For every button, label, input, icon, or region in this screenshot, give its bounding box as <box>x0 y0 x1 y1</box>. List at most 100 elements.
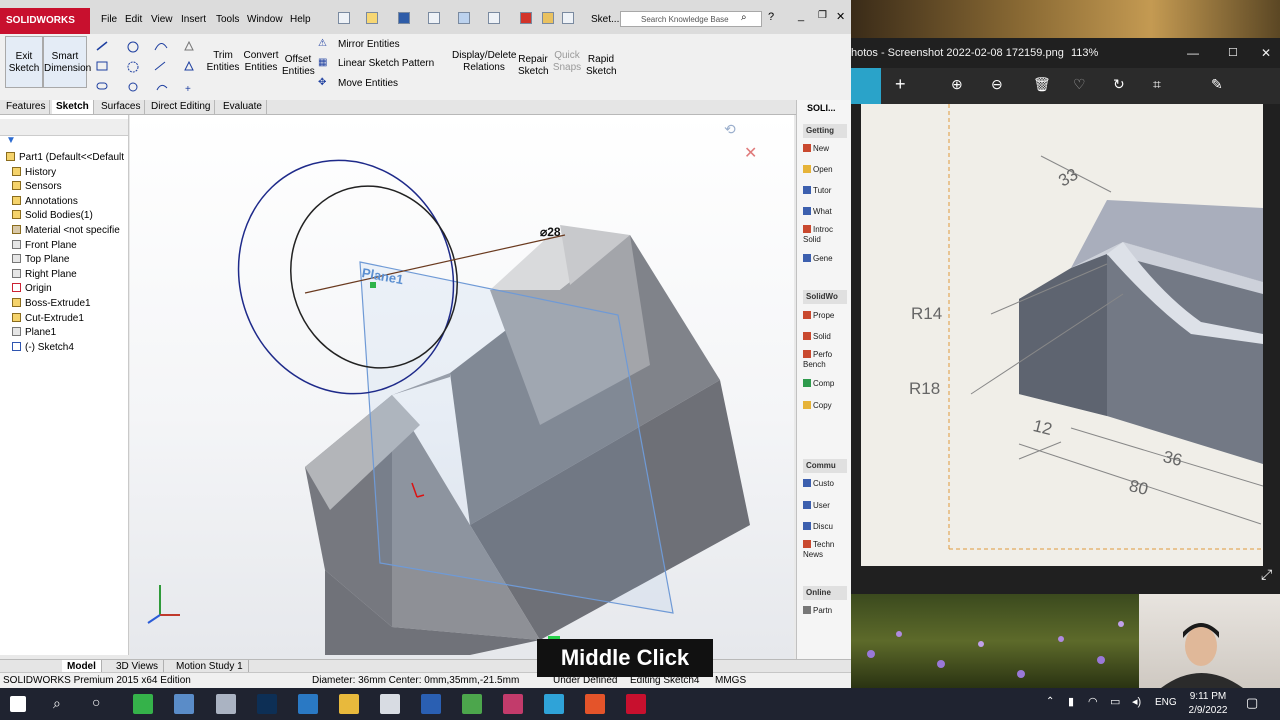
tp-item-copy[interactable]: Copy <box>803 401 849 411</box>
tree-item-sensors[interactable]: Sensors <box>6 180 134 194</box>
tp-item-properties[interactable]: Prope <box>803 311 849 321</box>
menu-insert[interactable]: Insert <box>181 14 206 25</box>
tp-item-performance[interactable]: Perfo Bench <box>803 350 849 370</box>
tp-item-whats-new[interactable]: What <box>803 207 849 217</box>
language-indicator[interactable]: ENG <box>1155 697 1177 708</box>
tp-item-user[interactable]: User <box>803 501 849 511</box>
new-document-icon[interactable] <box>338 12 350 24</box>
tp-item-new[interactable]: New <box>803 144 849 154</box>
convert-entities-button[interactable]: Convert Entities <box>242 50 280 74</box>
tp-item-discussion[interactable]: Discu <box>803 522 849 532</box>
rapid-sketch-button[interactable]: Rapid Sketch <box>586 54 617 78</box>
save-icon[interactable] <box>398 12 410 24</box>
solidworks-taskbar-icon[interactable] <box>626 694 646 714</box>
menu-tools[interactable]: Tools <box>216 14 239 25</box>
zoom-in-icon[interactable]: ⊕ <box>951 76 963 93</box>
display-delete-relations-button[interactable]: Display/Delete Relations <box>452 50 516 74</box>
tree-item-origin[interactable]: Origin <box>6 282 134 296</box>
tree-root-part1[interactable]: Part1 (Default<<Default <box>0 151 128 165</box>
tp-item-compare[interactable]: Comp <box>803 379 849 389</box>
tab-sketch[interactable]: Sketch <box>52 100 94 114</box>
tree-item-history[interactable]: History <box>6 166 134 180</box>
tree-item-solid-bodies[interactable]: Solid Bodies(1) <box>6 209 134 223</box>
minimize-icon[interactable]: — <box>1187 38 1199 68</box>
word-icon[interactable] <box>421 694 441 714</box>
menu-view[interactable]: View <box>151 14 173 25</box>
confirmation-corner-icon[interactable]: ⟲ <box>724 121 736 138</box>
offset-entities-button[interactable]: Offset Entities <box>282 54 315 78</box>
minimize-icon[interactable]: _ <box>798 10 804 22</box>
diameter-dimension-label[interactable]: ⌀28 <box>540 225 561 239</box>
rebuild-icon[interactable] <box>520 12 532 24</box>
favorite-icon[interactable]: ♡ <box>1073 76 1086 93</box>
recorder-icon[interactable] <box>585 694 605 714</box>
tp-item-tutorials[interactable]: Tutor <box>803 186 849 196</box>
3d-app-icon[interactable] <box>503 694 523 714</box>
file-explorer-icon[interactable] <box>339 694 359 714</box>
windows-start-icon[interactable] <box>10 696 26 712</box>
close-icon[interactable]: ✕ <box>836 10 845 23</box>
exit-sketch-button[interactable]: Exit Sketch <box>5 36 43 88</box>
tab-features[interactable]: Features <box>2 100 51 114</box>
smart-dimension-button[interactable]: Smart Dimension <box>43 36 91 88</box>
community-header[interactable]: Commu <box>803 459 847 473</box>
tree-item-top-plane[interactable]: Top Plane <box>6 253 134 267</box>
volume-icon[interactable]: ◂) <box>1132 695 1141 708</box>
tp-item-customer[interactable]: Custo <box>803 479 849 489</box>
add-icon[interactable]: + <box>895 74 906 95</box>
photoshop-icon[interactable] <box>257 694 277 714</box>
tree-item-material[interactable]: Material <not specifie <box>6 224 134 238</box>
cortana-icon[interactable]: ○ <box>92 694 100 710</box>
file-properties-icon[interactable] <box>542 12 554 24</box>
units-selector[interactable]: MMGS <box>715 673 746 688</box>
quick-snaps-button[interactable]: Quick Snaps <box>550 50 584 74</box>
keyboard-icon[interactable]: ▭ <box>1110 695 1120 708</box>
tree-item-boss-extrude1[interactable]: Boss-Extrude1 <box>6 297 134 311</box>
notifications-icon[interactable]: ▢ <box>1246 695 1258 711</box>
tree-item-annotations[interactable]: Annotations <box>6 195 134 209</box>
tab-direct-editing[interactable]: Direct Editing <box>147 100 216 114</box>
tree-item-right-plane[interactable]: Right Plane <box>6 268 134 282</box>
edit-icon[interactable]: ✎ <box>1211 76 1223 93</box>
tree-toolbar[interactable] <box>0 119 128 136</box>
tree-item-plane1[interactable]: Plane1 <box>6 326 134 340</box>
battery-icon[interactable]: ▮ <box>1068 695 1074 708</box>
cancel-sketch-icon[interactable]: ✕ <box>744 143 757 163</box>
menu-help[interactable]: Help <box>290 14 311 25</box>
tp-item-partner[interactable]: Partn <box>803 606 849 616</box>
open-folder-icon[interactable] <box>366 12 378 24</box>
tab-surfaces[interactable]: Surfaces <box>97 100 146 114</box>
app-window-icon[interactable] <box>174 694 194 714</box>
solidworks-resources-header[interactable]: SolidWo <box>803 290 847 304</box>
tp-item-tech-news[interactable]: Techn News <box>803 540 849 560</box>
tab-evaluate[interactable]: Evaluate <box>219 100 267 114</box>
tp-item-solid[interactable]: Solid <box>803 332 849 342</box>
menu-file[interactable]: File <box>101 14 117 25</box>
chrome-icon[interactable] <box>462 694 482 714</box>
filter-icon[interactable]: ▼ <box>6 135 16 146</box>
close-icon[interactable]: ✕ <box>1261 38 1271 68</box>
options-icon[interactable] <box>562 12 574 24</box>
sketch-tab-label[interactable]: Sket... <box>591 14 619 25</box>
restore-icon[interactable]: ❐ <box>818 10 827 21</box>
fullscreen-icon[interactable]: ⤢ <box>1261 566 1272 583</box>
linear-sketch-pattern-button[interactable]: Linear Sketch Pattern <box>338 58 434 70</box>
select-cursor-icon[interactable] <box>488 12 500 24</box>
repair-sketch-button[interactable]: Repair Sketch <box>518 54 549 78</box>
tp-item-general[interactable]: Gene <box>803 254 849 264</box>
wifi-icon[interactable]: ◠ <box>1088 695 1098 708</box>
online-header[interactable]: Online <box>803 586 847 600</box>
graphics-viewport[interactable]: Plane1 ⌀28 ✕ ⟲ <box>130 115 794 660</box>
print-icon[interactable] <box>428 12 440 24</box>
move-entities-button[interactable]: Move Entities <box>338 78 398 90</box>
help-icon[interactable]: ? <box>768 11 774 23</box>
tree-item-cut-extrude1[interactable]: Cut-Extrude1 <box>6 312 134 326</box>
undo-icon[interactable] <box>458 12 470 24</box>
rotate-icon[interactable]: ↻ <box>1113 76 1125 93</box>
tp-item-open[interactable]: Open <box>803 165 849 175</box>
search-icon[interactable]: ⌕ <box>741 12 747 23</box>
zoom-out-icon[interactable]: ⊖ <box>991 76 1003 93</box>
mail-icon[interactable] <box>298 694 318 714</box>
taskbar-clock[interactable]: 9:11 PM 2/9/2022 <box>1180 690 1236 718</box>
chevron-up-icon[interactable]: ⌃ <box>1046 696 1054 707</box>
